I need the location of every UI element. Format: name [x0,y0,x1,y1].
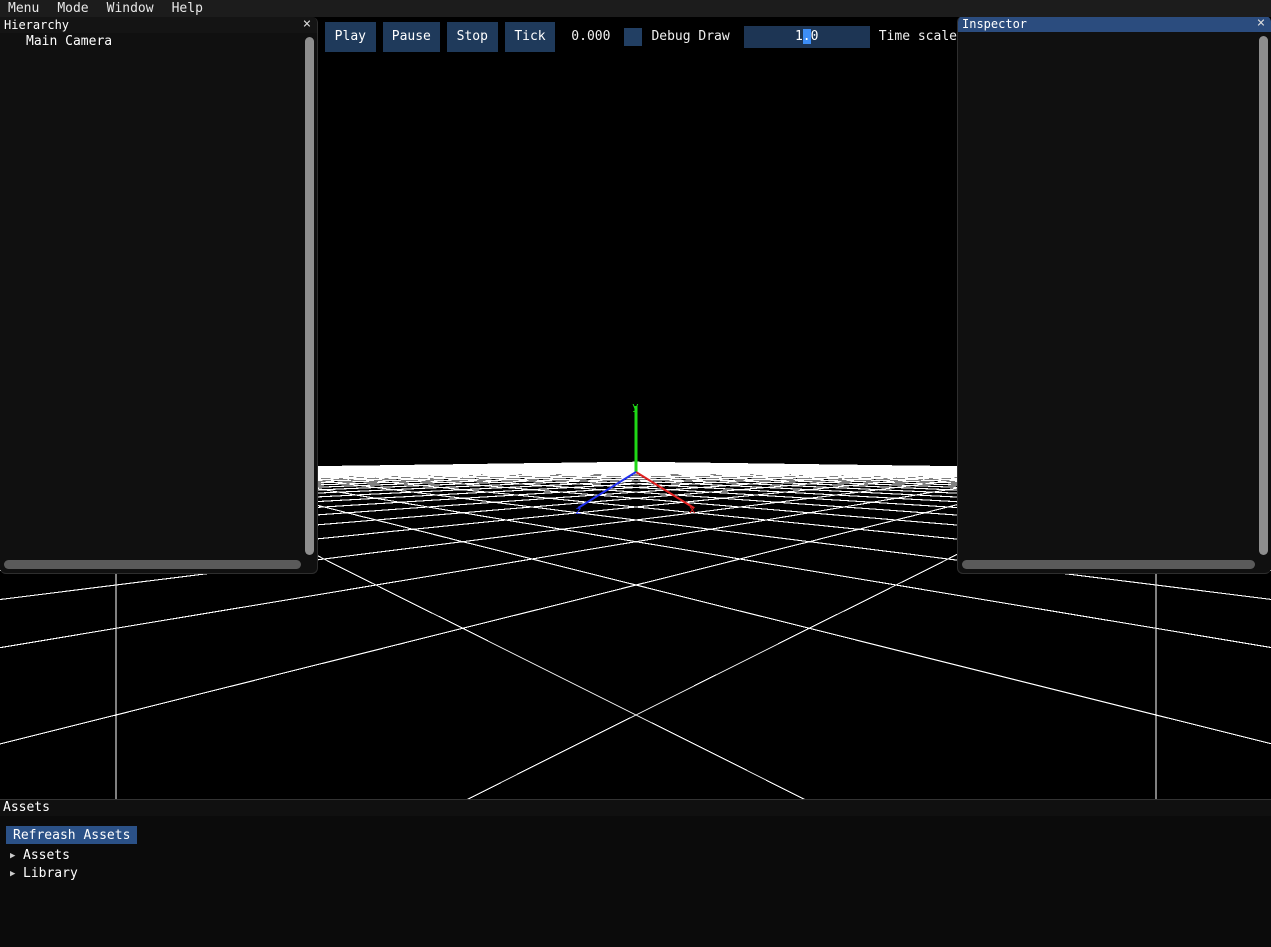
time-scale-value-pre: 1 [794,29,803,44]
assets-tree: ▶ Assets ▶ Library [0,847,1271,883]
debug-draw-label: Debug Draw [651,29,730,44]
close-icon[interactable]: × [1254,16,1268,32]
chevron-right-icon[interactable]: ▶ [10,865,23,883]
scrollbar-thumb[interactable] [4,560,301,569]
assets-body: Refreash Assets ▶ Assets ▶ Library [0,817,1271,947]
inspector-vertical-scrollbar[interactable] [1259,36,1268,555]
inspector-title-label: Inspector [962,17,1028,31]
menu-item-mode[interactable]: Mode [48,0,97,17]
hierarchy-horizontal-scrollbar[interactable] [4,560,301,569]
elapsed-time-readout: 0.000 [571,29,611,44]
menu-item-help[interactable]: Help [163,0,212,17]
pause-button[interactable]: Pause [382,21,440,52]
assets-title-label: Assets [0,800,1271,816]
scrollbar-thumb[interactable] [305,37,314,555]
svg-text:z: z [575,504,582,517]
assets-tree-item-label: Assets [23,848,70,863]
assets-tree-item-assets[interactable]: ▶ Assets [0,847,1271,865]
chevron-right-icon[interactable]: ▶ [10,847,23,865]
inspector-panel: Inspector × [957,16,1271,574]
menu-bar: Menu Mode Window Help [0,0,1271,17]
assets-tree-item-library[interactable]: ▶ Library [0,865,1271,883]
refresh-assets-button[interactable]: Refreash Assets [6,826,138,844]
close-icon[interactable]: × [300,17,314,33]
scrollbar-thumb[interactable] [962,560,1255,569]
hierarchy-title-bar[interactable]: Hierarchy × [0,17,317,33]
menu-item-window[interactable]: Window [98,0,163,17]
hierarchy-item-main-camera[interactable]: Main Camera [0,33,317,51]
time-scale-input[interactable]: 1.0 [743,25,870,48]
hierarchy-panel: Hierarchy × Main Camera [0,17,318,574]
inspector-horizontal-scrollbar[interactable] [962,560,1255,569]
time-scale-value-selected: . [802,29,811,44]
svg-text:y: y [632,400,639,413]
stop-button[interactable]: Stop [446,21,498,52]
editor-window: y x z Menu Mode Window Help Hierarchy × … [0,0,1271,947]
inspector-title-bar[interactable]: Inspector × [958,16,1271,32]
hierarchy-body: Main Camera [0,33,317,573]
assets-panel: Assets Refreash Assets ▶ Assets ▶ Librar… [0,799,1271,947]
svg-text:x: x [689,503,696,516]
play-button[interactable]: Play [325,21,376,52]
menu-item-menu[interactable]: Menu [0,0,48,17]
time-scale-label: Time scale [878,29,957,44]
inspector-body [958,32,1271,573]
tick-button[interactable]: Tick [504,21,556,52]
assets-tree-item-label: Library [23,866,78,881]
scrollbar-thumb[interactable] [1259,36,1268,555]
time-scale-value-post: 0 [810,29,819,44]
debug-draw-checkbox[interactable] [624,27,643,46]
hierarchy-title-label: Hierarchy [4,18,70,32]
hierarchy-vertical-scrollbar[interactable] [305,37,314,555]
